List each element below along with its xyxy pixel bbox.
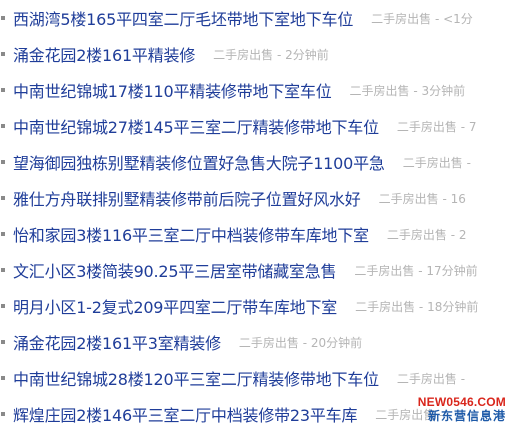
list-item: 望海御园独栋别墅精装修位置好急售大院子1100平急 二手房出售 -	[0, 144, 507, 180]
listing-title-link[interactable]: 中南世纪锦城17楼110平精装修带地下室车位	[13, 78, 332, 102]
listing-meta: 二手房出售 - 16	[379, 190, 466, 207]
bullet-icon	[1, 412, 5, 416]
listing-category: 二手房出售	[238, 335, 299, 350]
listing-title-link[interactable]: 文汇小区3楼简装90.25平三居室带储藏室急售	[13, 258, 337, 282]
listing-time: 3分钟前	[421, 83, 466, 98]
list-item: 文汇小区3楼简装90.25平三居室带储藏室急售 二手房出售 - 17分钟前	[0, 252, 507, 288]
list-item: 中南世纪锦城28楼120平三室二厅精装修带地下车位 二手房出售 -	[0, 360, 507, 396]
site-watermark: NEW0546.COM 新东营信息港	[396, 396, 506, 430]
bullet-icon	[1, 232, 5, 236]
list-item: 怡和家园3楼116平三室二厅中档装修带车库地下室 二手房出售 - 2	[0, 216, 507, 252]
bullet-icon	[1, 16, 5, 20]
list-item: 涌金花园2楼161平精装修 二手房出售 - 2分钟前	[0, 36, 507, 72]
listing-title-link[interactable]: 中南世纪锦城27楼145平三室二厅精装修带地下车位	[13, 114, 379, 138]
bullet-icon	[1, 160, 5, 164]
listing-time: <1分	[443, 11, 473, 26]
bullet-icon	[1, 340, 5, 344]
listing-category: 二手房出售	[354, 263, 415, 278]
listing-meta: 二手房出售 - 2	[387, 226, 467, 243]
listing-meta: 二手房出售 - 20分钟前	[239, 334, 362, 351]
list-item: 涌金花园2楼161平3室精装修 二手房出售 - 20分钟前	[0, 324, 507, 360]
listing-title-link[interactable]: 怡和家园3楼116平三室二厅中档装修带车库地下室	[13, 222, 369, 246]
bullet-icon	[1, 196, 5, 200]
meta-separator: -	[298, 335, 311, 350]
meta-separator: -	[456, 119, 469, 134]
listing-category: 二手房出售	[378, 191, 439, 206]
listing-category: 二手房出售	[386, 227, 447, 242]
bullet-icon	[1, 376, 5, 380]
listing-title-link[interactable]: 涌金花园2楼161平精装修	[13, 42, 195, 66]
list-item: 明月小区1-2复式209平四室二厅带车库地下室 二手房出售 - 18分钟前	[0, 288, 507, 324]
listing-category: 二手房出售	[349, 83, 410, 98]
bullet-icon	[1, 124, 5, 128]
listing-list: 西湖湾5楼165平四室二厅毛坯带地下室地下车位 二手房出售 - <1分 涌金花园…	[0, 0, 507, 432]
listing-category: 二手房出售	[396, 371, 457, 386]
listing-time: 2分钟前	[285, 47, 329, 62]
listing-title-link[interactable]: 望海御园独栋别墅精装修位置好急售大院子1100平急	[13, 150, 385, 174]
bullet-icon	[1, 88, 5, 92]
watermark-site-name: 新东营信息港	[427, 409, 506, 423]
watermark-domain: NEW0546.COM	[417, 395, 506, 409]
meta-separator: -	[415, 299, 428, 314]
listing-meta: 二手房出售 - 3分钟前	[350, 82, 466, 99]
listing-title-link[interactable]: 雅仕方舟联排别墅精装修带前后院子位置好风水好	[13, 186, 361, 210]
listing-time: 7	[468, 119, 477, 134]
meta-separator: -	[446, 227, 459, 242]
listing-time: 2	[458, 227, 467, 242]
listing-category: 二手房出售	[402, 155, 463, 170]
list-item: 雅仕方舟联排别墅精装修带前后院子位置好风水好 二手房出售 - 16	[0, 180, 507, 216]
list-item: 中南世纪锦城17楼110平精装修带地下室车位 二手房出售 - 3分钟前	[0, 72, 507, 108]
listing-title-link[interactable]: 中南世纪锦城28楼120平三室二厅精装修带地下车位	[13, 366, 379, 390]
listing-category: 二手房出售	[396, 119, 457, 134]
listing-meta: 二手房出售 - 17分钟前	[354, 262, 477, 279]
listing-meta: 二手房出售 -	[403, 154, 471, 171]
listing-category: 二手房出售	[371, 11, 432, 26]
bullet-icon	[1, 52, 5, 56]
listing-category: 二手房出售	[355, 299, 416, 314]
meta-separator: -	[462, 155, 471, 170]
bullet-icon	[1, 304, 5, 308]
listing-meta: 二手房出售 - 2分钟前	[213, 46, 329, 63]
listing-title-link[interactable]: 辉煌庄园2楼146平三室二厅中档装修带23平车库	[13, 402, 357, 426]
listing-time: 17分钟前	[426, 263, 478, 278]
listing-title-link[interactable]: 涌金花园2楼161平3室精装修	[13, 330, 221, 354]
listing-title-link[interactable]: 西湖湾5楼165平四室二厅毛坯带地下室地下车位	[13, 6, 353, 30]
meta-separator: -	[273, 47, 286, 62]
meta-separator: -	[438, 191, 451, 206]
listing-time: 20分钟前	[310, 335, 363, 350]
meta-separator: -	[409, 83, 422, 98]
list-item: 中南世纪锦城27楼145平三室二厅精装修带地下车位 二手房出售 - 7	[0, 108, 507, 144]
list-item: 西湖湾5楼165平四室二厅毛坯带地下室地下车位 二手房出售 - <1分	[0, 0, 507, 36]
bullet-icon	[1, 268, 5, 272]
listing-meta: 二手房出售 - <1分	[371, 10, 473, 27]
listing-time: 18分钟前	[427, 299, 479, 314]
listing-time: 16	[450, 191, 466, 206]
meta-separator: -	[456, 371, 466, 386]
listing-meta: 二手房出售 - 7	[397, 118, 477, 135]
listing-title-link[interactable]: 明月小区1-2复式209平四室二厅带车库地下室	[13, 294, 337, 318]
meta-separator: -	[431, 11, 444, 26]
meta-separator: -	[414, 263, 427, 278]
listing-meta: 二手房出售 -	[397, 370, 465, 387]
listing-category: 二手房出售	[213, 47, 274, 62]
listing-meta: 二手房出售 - 18分钟前	[355, 298, 478, 315]
